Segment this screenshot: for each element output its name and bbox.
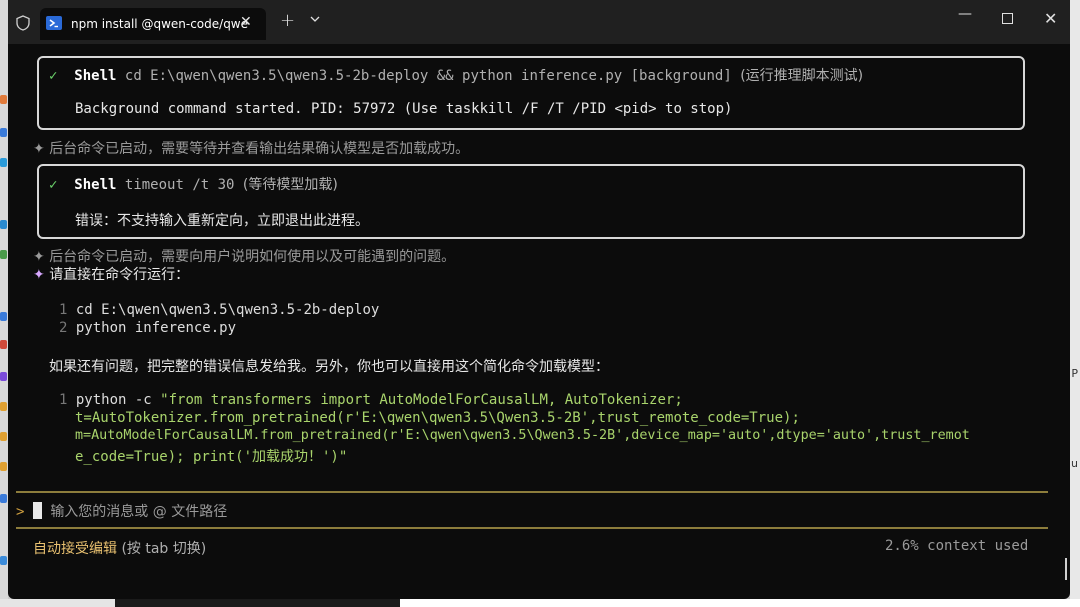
desktop-icon	[0, 556, 7, 565]
desktop-left-strip	[0, 0, 8, 607]
code-line: 1 cd E:\qwen\qwen3.5\qwen3.5-2b-deploy	[59, 302, 379, 318]
tool-output: Background command started. PID: 57972 (…	[75, 101, 733, 117]
thought-line: ✦ 后台命令已启动，需要向用户说明如何使用以及可能遇到的问题。	[33, 246, 455, 266]
check-icon: ✓	[49, 68, 58, 84]
line-number: 1	[59, 302, 68, 318]
tool-command: cd E:\qwen\qwen3.5\qwen3.5-2b-deploy && …	[124, 68, 732, 84]
message-input[interactable]: 输入您的消息或 @ 文件路径	[50, 504, 227, 520]
shield-icon	[16, 15, 30, 31]
mode-hint: (按 tab 切换)	[121, 541, 207, 557]
thought-line: ✦ 后台命令已启动，需要等待并查看输出结果确认模型是否加载成功。	[33, 138, 469, 158]
desktop-icon	[0, 312, 7, 321]
input-row[interactable]: > 输入您的消息或 @ 文件路径	[16, 501, 227, 521]
tool-call-header: ✓ Shell timeout /t 30 (等待模型加载)	[49, 174, 338, 194]
code-line: 1 python -c "from transformers import Au…	[59, 392, 683, 408]
desktop-icon	[0, 432, 7, 441]
desktop-icon	[0, 340, 7, 349]
minimize-button[interactable]: —	[958, 6, 972, 22]
thought-text: 后台命令已启动，需要等待并查看输出结果确认模型是否加载成功。	[49, 141, 470, 157]
input-bottom-border	[16, 527, 1048, 529]
desktop-text: P	[1071, 367, 1078, 380]
code-string: e_code=True); print('加载成功！')"	[75, 449, 348, 465]
line-number: 2	[59, 320, 68, 336]
close-button[interactable]: ✕	[1044, 9, 1057, 28]
desktop-right-strip: P u	[1070, 0, 1080, 607]
input-top-border	[16, 491, 1048, 493]
terminal-window: npm install @qwen-code/qwe ✕ + — ✕ ✓ She…	[8, 0, 1070, 599]
code-text: python -c	[75, 392, 161, 408]
text-cursor	[32, 502, 42, 519]
desktop-icon	[0, 220, 7, 229]
desktop-icon	[0, 494, 7, 503]
taskbar-segment	[0, 599, 115, 607]
tool-output: 错误：不支持输入重新定向，立即退出此进程。	[75, 213, 369, 229]
line-number: 1	[59, 392, 68, 408]
tool-description: (等待模型加载)	[242, 177, 338, 193]
tab-title: npm install @qwen-code/qwe	[71, 17, 249, 31]
desktop-icon	[0, 462, 7, 471]
taskbar-segment	[400, 599, 1080, 607]
new-tab-button[interactable]: +	[280, 10, 295, 31]
close-icon[interactable]: ✕	[240, 14, 252, 30]
sparkle-icon: ✦	[33, 249, 45, 265]
tool-description: (运行推理脚本测试)	[740, 68, 864, 84]
desktop-icon	[0, 128, 7, 137]
code-string: m=AutoModelForCausalLM.from_pretrained(r…	[75, 428, 970, 443]
desktop-icon	[0, 250, 7, 259]
code-text: cd E:\qwen\qwen3.5\qwen3.5-2b-deploy	[75, 302, 380, 318]
sparkle-icon: ✦	[33, 141, 45, 157]
chevron-down-icon[interactable]	[310, 15, 320, 23]
tool-call-header: ✓ Shell cd E:\qwen\qwen3.5\qwen3.5-2b-de…	[49, 65, 863, 85]
code-string: "from transformers import AutoModelForCa…	[160, 392, 683, 408]
thought-text: 后台命令已启动，需要向用户说明如何使用以及可能遇到的问题。	[49, 249, 456, 265]
scrollbar-thumb[interactable]	[1065, 558, 1067, 580]
answer-text: 请直接在命令行运行：	[49, 267, 190, 283]
context-usage: 2.6% context used	[885, 538, 1029, 554]
code-line: 2 python inference.py	[59, 320, 236, 336]
edit-mode-label: 自动接受编辑	[33, 541, 117, 557]
desktop-text: u	[1071, 457, 1078, 470]
paragraph: 如果还有问题，把完整的错误信息发给我。另外，你也可以直接用这个简化命令加载模型：	[49, 359, 609, 375]
code-text: python inference.py	[75, 320, 237, 336]
desktop-icon	[0, 158, 7, 167]
desktop-icon	[0, 372, 7, 381]
tool-name: Shell	[74, 68, 117, 84]
powershell-icon	[46, 16, 62, 30]
desktop-icon	[0, 402, 7, 411]
code-string: t=AutoTokenizer.from_pretrained(r'E:\qwe…	[75, 410, 800, 426]
title-bar: npm install @qwen-code/qwe ✕ + — ✕	[8, 0, 1070, 44]
maximize-button[interactable]	[1002, 13, 1013, 24]
desktop-icon	[0, 95, 7, 104]
sparkle-icon: ✦	[33, 267, 45, 283]
answer-line: ✦ 请直接在命令行运行：	[33, 264, 189, 284]
tool-name: Shell	[74, 177, 117, 193]
status-mode: 自动接受编辑 (按 tab 切换)	[33, 538, 206, 558]
tool-command: timeout /t 30	[124, 177, 235, 193]
tab-active[interactable]: npm install @qwen-code/qwe ✕	[40, 8, 266, 40]
terminal-content[interactable]: ✓ Shell cd E:\qwen\qwen3.5\qwen3.5-2b-de…	[8, 44, 1070, 599]
taskbar-edge	[0, 599, 1080, 607]
prompt-symbol: >	[16, 504, 25, 520]
check-icon: ✓	[49, 177, 58, 193]
